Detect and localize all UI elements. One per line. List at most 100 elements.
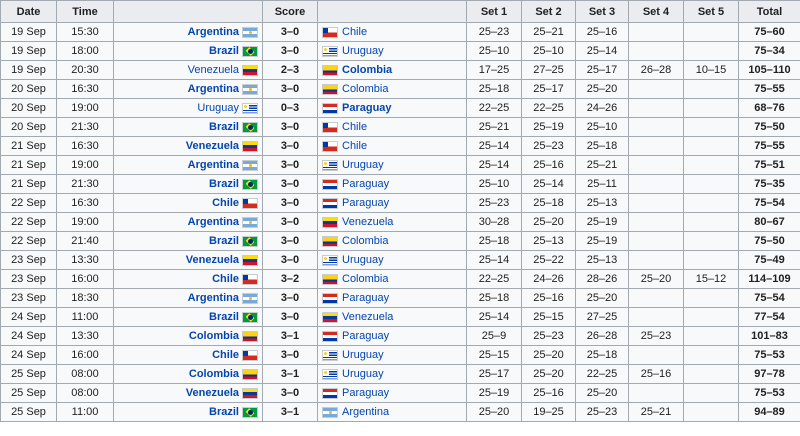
away-team-link[interactable]: Colombia — [342, 64, 392, 76]
home-team-link[interactable]: Venezuela — [186, 254, 239, 266]
away-team-link[interactable]: Chile — [342, 121, 367, 133]
home-team-link[interactable]: Venezuela — [188, 64, 239, 76]
home-team-link[interactable]: Argentina — [188, 26, 239, 38]
away-team-link[interactable]: Venezuela — [342, 216, 393, 228]
away-team-link[interactable]: Chile — [342, 140, 367, 152]
away-flag-icon — [322, 216, 338, 228]
set-4-score — [628, 22, 684, 42]
away-team-link[interactable]: Colombia — [342, 235, 388, 247]
set-5-score — [683, 22, 739, 42]
set-5-score — [683, 383, 739, 403]
away-team-link[interactable]: Argentina — [342, 406, 389, 418]
home-team-link[interactable]: Brazil — [209, 45, 239, 57]
home-team-link[interactable]: Argentina — [188, 292, 239, 304]
away-team-cell: Paraguay — [317, 288, 467, 308]
home-team-link[interactable]: Brazil — [209, 311, 239, 323]
away-team-link[interactable]: Uruguay — [342, 368, 384, 380]
away-team-link[interactable]: Paraguay — [342, 178, 389, 190]
header-time: Time — [56, 0, 114, 23]
set-4-score: 25–20 — [628, 269, 684, 289]
set-4-score — [628, 117, 684, 137]
home-team-link[interactable]: Argentina — [188, 159, 239, 171]
home-team-link[interactable]: Venezuela — [186, 140, 239, 152]
set-1-score: 25–20 — [466, 402, 522, 422]
set-3-score: 25–18 — [575, 136, 629, 156]
set-4-score: 25–16 — [628, 364, 684, 384]
match-time: 20:30 — [56, 60, 114, 80]
set-1-score: 25–14 — [466, 136, 522, 156]
home-team-link[interactable]: Chile — [212, 197, 239, 209]
home-flag-icon — [242, 102, 258, 114]
away-flag-icon — [322, 406, 338, 418]
away-team-link[interactable]: Uruguay — [342, 45, 384, 57]
match-total: 75–55 — [738, 136, 800, 156]
match-time: 13:30 — [56, 250, 114, 270]
table-row: 21 Sep 21:30 Brazil 3–0 Paraguay 25–10 2… — [0, 174, 800, 194]
match-total: 94–89 — [738, 402, 800, 422]
header-row: Date Time Score Set 1 Set 2 Set 3 Set 4 … — [0, 0, 800, 23]
match-date: 25 Sep — [0, 402, 57, 422]
table-row: 25 Sep 08:00 Colombia 3–1 Uruguay 25–17 … — [0, 364, 800, 384]
set-4-score — [628, 174, 684, 194]
set-1-score: 25–14 — [466, 250, 522, 270]
match-total: 75–53 — [738, 345, 800, 365]
away-team-cell: Colombia — [317, 269, 467, 289]
away-team-link[interactable]: Paraguay — [342, 102, 392, 114]
set-4-score — [628, 136, 684, 156]
away-team-cell: Uruguay — [317, 41, 467, 61]
set-1-score: 25–15 — [466, 345, 522, 365]
match-score: 3–0 — [262, 117, 318, 137]
away-flag-icon — [322, 387, 338, 399]
set-2-score: 22–25 — [521, 98, 576, 118]
home-team-link[interactable]: Argentina — [188, 83, 239, 95]
home-team-cell: Uruguay — [113, 98, 263, 118]
home-flag-icon — [242, 26, 258, 38]
home-team-link[interactable]: Brazil — [209, 121, 239, 133]
set-2-score: 25–20 — [521, 345, 576, 365]
away-team-link[interactable]: Paraguay — [342, 330, 389, 342]
away-team-link[interactable]: Chile — [342, 26, 367, 38]
home-team-link[interactable]: Colombia — [189, 330, 239, 342]
home-team-link[interactable]: Uruguay — [197, 102, 239, 114]
away-team-cell: Argentina — [317, 402, 467, 422]
away-team-link[interactable]: Uruguay — [342, 254, 384, 266]
away-team-link[interactable]: Colombia — [342, 273, 388, 285]
home-team-link[interactable]: Brazil — [209, 178, 239, 190]
home-team-cell: Venezuela — [113, 383, 263, 403]
away-team-link[interactable]: Uruguay — [342, 159, 384, 171]
home-flag-icon — [242, 235, 258, 247]
match-date: 25 Sep — [0, 383, 57, 403]
table-row: 22 Sep 19:00 Argentina 3–0 Venezuela 30–… — [0, 212, 800, 232]
match-score: 3–0 — [262, 174, 318, 194]
home-team-link[interactable]: Venezuela — [186, 387, 239, 399]
set-1-score: 25–9 — [466, 326, 522, 346]
home-team-link[interactable]: Colombia — [189, 368, 239, 380]
home-team-link[interactable]: Argentina — [188, 216, 239, 228]
match-total: 75–49 — [738, 250, 800, 270]
set-3-score: 25–20 — [575, 288, 629, 308]
away-team-cell: Chile — [317, 136, 467, 156]
set-3-score: 25–23 — [575, 402, 629, 422]
home-team-link[interactable]: Chile — [212, 349, 239, 361]
away-team-link[interactable]: Paraguay — [342, 387, 389, 399]
away-team-cell: Uruguay — [317, 250, 467, 270]
away-team-link[interactable]: Colombia — [342, 83, 388, 95]
header-set-4: Set 4 — [628, 0, 684, 23]
match-time: 21:30 — [56, 117, 114, 137]
away-flag-icon — [322, 197, 338, 209]
away-team-link[interactable]: Uruguay — [342, 349, 384, 361]
set-5-score — [683, 364, 739, 384]
away-team-link[interactable]: Paraguay — [342, 197, 389, 209]
home-team-cell: Chile — [113, 269, 263, 289]
home-flag-icon — [242, 83, 258, 95]
away-team-link[interactable]: Venezuela — [342, 311, 393, 323]
set-2-score: 24–26 — [521, 269, 576, 289]
home-team-link[interactable]: Brazil — [209, 235, 239, 247]
away-team-link[interactable]: Paraguay — [342, 292, 389, 304]
set-2-score: 19–25 — [521, 402, 576, 422]
home-team-link[interactable]: Brazil — [209, 406, 239, 418]
home-team-link[interactable]: Chile — [212, 273, 239, 285]
table-row: 20 Sep 19:00 Uruguay 0–3 Paraguay 22–25 … — [0, 98, 800, 118]
away-flag-icon — [322, 26, 338, 38]
set-5-score — [683, 136, 739, 156]
